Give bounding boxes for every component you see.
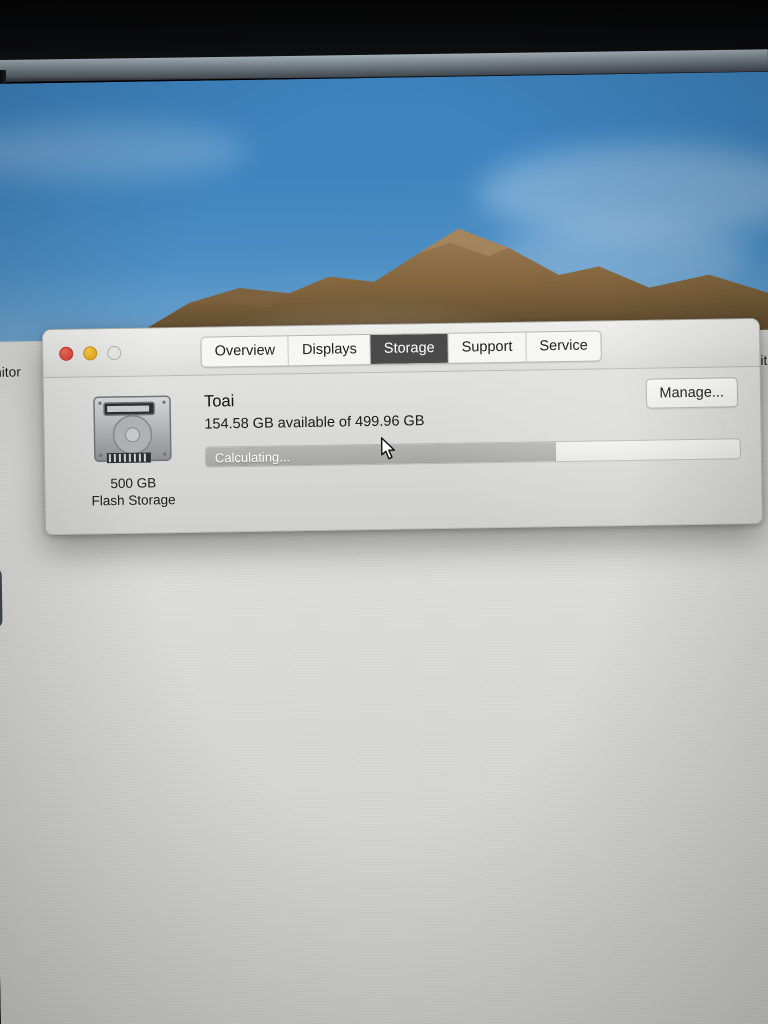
tab-overview[interactable]: Overview: [201, 336, 290, 367]
disk-capacity-line: 500 GB: [110, 475, 157, 492]
zoom-button[interactable]: [107, 345, 122, 361]
list-item[interactable]: > Utility: [0, 557, 45, 666]
tab-service[interactable]: Service: [526, 331, 602, 362]
tab-bar[interactable]: Overview Displays Storage Support Servic…: [200, 330, 603, 368]
icon-label: Utility: [0, 647, 45, 666]
disk-icon-column: 500 GB Flash Storage: [72, 392, 194, 510]
manage-button[interactable]: Manage...: [645, 377, 739, 409]
tab-storage[interactable]: Storage: [370, 333, 449, 364]
icon-label: ility: [0, 509, 43, 528]
hard-disk-icon: [93, 395, 172, 464]
storage-progress-bar: Calculating...: [204, 438, 741, 468]
about-this-mac-window[interactable]: Overview Displays Storage Support Servic…: [41, 317, 764, 536]
list-item[interactable]: ility: [0, 419, 43, 528]
tab-support[interactable]: Support: [448, 332, 527, 363]
macos-screen: nitor AirPort Utility Audio MIDI Setup B…: [0, 71, 768, 1024]
storage-progress-label: Calculating...: [214, 449, 291, 466]
desktop-wallpaper: [0, 71, 768, 346]
traffic-lights: [59, 345, 122, 361]
arrow-pointer-cursor: [380, 437, 396, 460]
disk-type-line: Flash Storage: [91, 492, 176, 509]
tab-displays[interactable]: Displays: [288, 334, 372, 366]
minimize-button[interactable]: [83, 346, 98, 361]
storage-panel: 500 GB Flash Storage Toai 154.58 GB avai…: [44, 367, 762, 535]
disk-utility-icon: [0, 420, 10, 505]
terminal-icon: >: [0, 566, 3, 630]
cloud-shape: [0, 119, 248, 185]
laptop-screen-photo: nitor AirPort Utility Audio MIDI Setup B…: [0, 0, 768, 1024]
close-button[interactable]: [59, 346, 74, 361]
